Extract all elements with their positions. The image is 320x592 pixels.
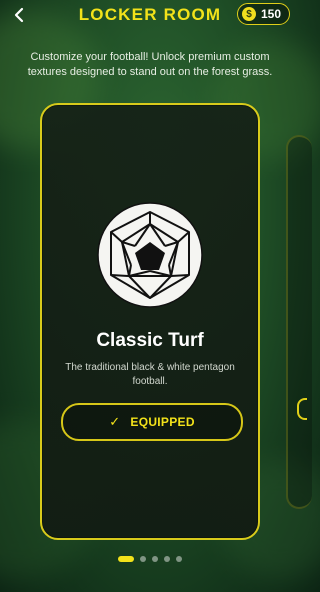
soccer-ball-pentagon-icon (97, 202, 203, 308)
coin-icon: $ (241, 7, 256, 21)
skin-card[interactable]: Classic Turf The traditional black & whi… (40, 103, 260, 540)
pager-dot[interactable] (176, 556, 182, 562)
coin-balance: $ 150 (236, 3, 290, 25)
header: LOCKER ROOM $ 150 (0, 0, 300, 30)
football-image (97, 202, 203, 308)
skin-description: The traditional black & white pentagon f… (65, 362, 235, 387)
pager-dot[interactable] (152, 556, 158, 562)
equipped-button[interactable]: ✓ EQUIPPED (61, 403, 243, 441)
next-card-edge (297, 398, 307, 420)
skin-name: Classic Turf (96, 330, 204, 351)
checkmark-icon: ✓ (109, 414, 121, 429)
next-card-preview[interactable] (286, 135, 312, 509)
pager-dot[interactable] (164, 556, 170, 562)
subtitle: Customize your football! Unlock premium … (27, 51, 273, 78)
equipped-label: EQUIPPED (130, 415, 195, 429)
coin-count: 150 (260, 7, 281, 21)
pager-dot[interactable] (118, 556, 134, 562)
pager-dot[interactable] (140, 556, 146, 562)
carousel-pager (0, 556, 300, 562)
